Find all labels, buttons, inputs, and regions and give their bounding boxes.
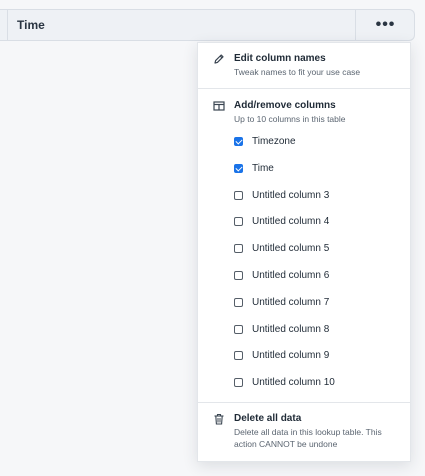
delete-all-data-subtitle-line2: action CANNOT be undone — [234, 439, 338, 449]
edit-column-names-title: Edit column names — [234, 53, 326, 64]
column-header-title: Time — [17, 18, 45, 32]
column-option-10[interactable]: Untitled column 10 — [234, 375, 335, 389]
column-option-time[interactable]: Time — [234, 161, 274, 175]
column-option-label: Timezone — [252, 135, 296, 147]
delete-all-data-title: Delete all data — [234, 413, 302, 424]
checkbox[interactable] — [234, 350, 243, 360]
column-option-8[interactable]: Untitled column 8 — [234, 322, 329, 336]
checkbox[interactable] — [234, 324, 243, 334]
column-option-label: Untitled column 6 — [252, 269, 330, 281]
column-option-4[interactable]: Untitled column 4 — [234, 214, 329, 228]
add-remove-columns-title: Add/remove columns — [234, 100, 336, 111]
checkbox[interactable] — [234, 377, 243, 387]
column-option-label: Untitled column 5 — [252, 242, 330, 254]
column-option-label: Untitled column 3 — [252, 189, 330, 201]
column-option-label: Time — [252, 162, 274, 174]
column-option-label: Untitled column 9 — [252, 349, 330, 361]
add-remove-columns-subtitle: Up to 10 columns in this table — [234, 114, 346, 124]
pencil-icon — [214, 54, 224, 64]
column-option-label: Untitled column 10 — [252, 376, 335, 388]
checkbox[interactable] — [234, 136, 243, 146]
delete-all-data-subtitle-line1: Delete all data in this lookup table. Th… — [234, 427, 382, 437]
column-option-9[interactable]: Untitled column 9 — [234, 348, 329, 362]
more-options-button[interactable]: ••• — [357, 10, 414, 40]
edit-column-names-item[interactable]: Edit column names Tweak names to fit you… — [198, 43, 410, 88]
column-option-3[interactable]: Untitled column 3 — [234, 188, 329, 202]
checkbox[interactable] — [234, 243, 243, 253]
column-option-7[interactable]: Untitled column 7 — [234, 295, 329, 309]
column-options-menu: Edit column names Tweak names to fit you… — [197, 42, 411, 462]
table-header: Time ••• — [0, 9, 415, 41]
edit-column-names-subtitle: Tweak names to fit your use case — [234, 67, 361, 77]
checkbox[interactable] — [234, 163, 243, 173]
column-option-label: Untitled column 4 — [252, 215, 330, 227]
column-option-6[interactable]: Untitled column 6 — [234, 268, 329, 282]
column-option-label: Untitled column 7 — [252, 296, 330, 308]
header-divider — [7, 10, 8, 40]
delete-all-data-item[interactable]: Delete all data Delete all data in this … — [198, 403, 410, 461]
checkbox[interactable] — [234, 297, 243, 307]
columns-icon — [213, 101, 225, 111]
column-option-5[interactable]: Untitled column 5 — [234, 241, 329, 255]
menu-divider — [198, 88, 410, 89]
checkbox[interactable] — [234, 270, 243, 280]
header-divider — [355, 10, 356, 40]
checkbox[interactable] — [234, 190, 243, 200]
checkbox[interactable] — [234, 216, 243, 226]
column-option-timezone[interactable]: Timezone — [234, 134, 296, 148]
column-option-label: Untitled column 8 — [252, 323, 330, 335]
trash-icon — [214, 413, 224, 425]
